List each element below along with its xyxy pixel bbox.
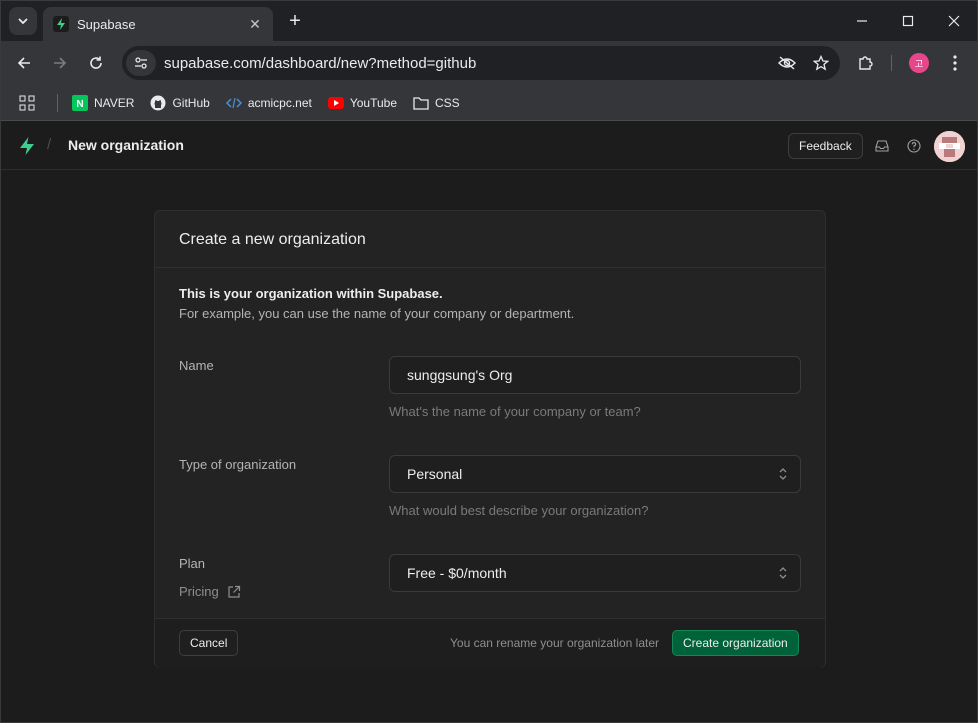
organization-name-value: sunggsung's Org (407, 367, 513, 383)
card-title: Create a new organization (155, 211, 825, 268)
minimize-button[interactable] (839, 1, 885, 41)
apps-grid-icon (19, 95, 35, 110)
kebab-menu-icon (953, 55, 957, 71)
create-organization-button[interactable]: Create organization (672, 630, 799, 656)
address-bar[interactable]: supabase.com/dashboard/new?method=github (122, 46, 840, 80)
app-header: / New organization Feedback (1, 122, 977, 170)
tab-close-icon[interactable]: ✕ (247, 16, 263, 33)
youtube-icon (327, 95, 344, 111)
tab-title: Supabase (77, 16, 136, 32)
bookmarks-divider (57, 93, 58, 112)
card-footer: Cancel You can rename your organization … (155, 618, 825, 668)
supabase-favicon-icon (53, 16, 69, 32)
intro-heading: This is your organization within Supabas… (179, 286, 443, 301)
maximize-icon (902, 15, 914, 27)
forward-button[interactable] (47, 50, 73, 76)
github-icon (150, 95, 166, 111)
reload-icon (90, 56, 102, 69)
help-icon[interactable] (904, 136, 924, 156)
tab-strip: Supabase ✕ + (1, 1, 977, 41)
chevron-down-icon (18, 18, 28, 25)
plan-select[interactable]: Free - $0/month (389, 554, 801, 592)
minimize-icon (857, 20, 867, 22)
site-info-icon[interactable] (126, 50, 156, 76)
organization-name-input[interactable]: sunggsung's Org (389, 356, 801, 394)
browser-toolbar: supabase.com/dashboard/new?method=github… (1, 41, 977, 85)
back-button[interactable] (11, 50, 37, 76)
bookmark-label: NAVER (94, 95, 135, 110)
breadcrumb-current: New organization (68, 137, 184, 153)
eye-off-icon[interactable] (772, 48, 802, 78)
supabase-logo-icon[interactable] (17, 136, 37, 156)
plan-value: Free - $0/month (407, 565, 507, 581)
svg-text:N: N (76, 99, 83, 110)
bookmark-label: CSS (435, 95, 460, 110)
url-text: supabase.com/dashboard/new?method=github (164, 54, 477, 72)
organization-type-value: Personal (407, 466, 463, 482)
bookmark-youtube[interactable]: YouTube (327, 95, 397, 111)
name-hint: What's the name of your company or team? (389, 404, 641, 419)
inbox-icon[interactable] (872, 136, 892, 156)
profile-button[interactable]: 고 (906, 50, 932, 76)
intro-description: For example, you can use the name of you… (179, 306, 575, 321)
type-label: Type of organization (179, 457, 297, 472)
close-icon (948, 15, 960, 27)
bookmark-label: YouTube (349, 95, 397, 110)
pricing-link[interactable]: Pricing (179, 584, 241, 599)
bookmarks-bar: N NAVER GitHub acmicpc.net YouTube CSS (1, 85, 977, 121)
bookmark-label: GitHub (172, 95, 210, 110)
bookmark-acmicpc[interactable]: acmicpc.net (225, 95, 312, 111)
name-label: Name (179, 358, 214, 373)
folder-icon (413, 95, 429, 111)
chevron-up-down-icon (779, 567, 787, 579)
cancel-button[interactable]: Cancel (179, 630, 239, 656)
menu-button[interactable] (942, 50, 968, 76)
user-avatar[interactable] (934, 131, 965, 162)
arrow-right-icon (54, 57, 67, 69)
code-icon (225, 95, 242, 111)
bookmark-github[interactable]: GitHub (150, 95, 210, 111)
profile-avatar: 고 (909, 53, 929, 73)
breadcrumb-separator: / (47, 136, 52, 153)
chevron-up-down-icon (779, 468, 787, 480)
close-window-button[interactable] (931, 1, 977, 41)
external-link-icon (228, 585, 240, 598)
rename-note: You can rename your organization later (450, 636, 660, 650)
maximize-button[interactable] (885, 1, 931, 41)
naver-icon: N (72, 94, 88, 111)
plan-label: Plan (179, 556, 206, 571)
tab-search-button[interactable] (9, 7, 37, 35)
browser-window: Supabase ✕ + supabase.com/dashboard/new?… (0, 0, 978, 723)
bookmark-naver[interactable]: N NAVER (72, 94, 135, 111)
reload-button[interactable] (83, 50, 109, 76)
apps-button[interactable] (19, 95, 35, 111)
create-organization-card: Create a new organization This is your o… (154, 210, 826, 668)
type-hint: What would best describe your organizati… (389, 503, 649, 518)
bookmark-label: acmicpc.net (247, 95, 312, 110)
organization-type-select[interactable]: Personal (389, 455, 801, 493)
bookmark-css-folder[interactable]: CSS (413, 95, 460, 111)
pricing-label: Pricing (179, 584, 219, 599)
browser-tab-supabase[interactable]: Supabase ✕ (43, 7, 273, 41)
new-tab-button[interactable]: + (284, 10, 306, 32)
feedback-button[interactable]: Feedback (788, 133, 863, 159)
puzzle-icon (859, 56, 873, 70)
arrow-left-icon (17, 57, 30, 69)
toolbar-divider (891, 55, 892, 71)
star-icon[interactable] (806, 48, 836, 78)
extensions-button[interactable] (853, 50, 879, 76)
